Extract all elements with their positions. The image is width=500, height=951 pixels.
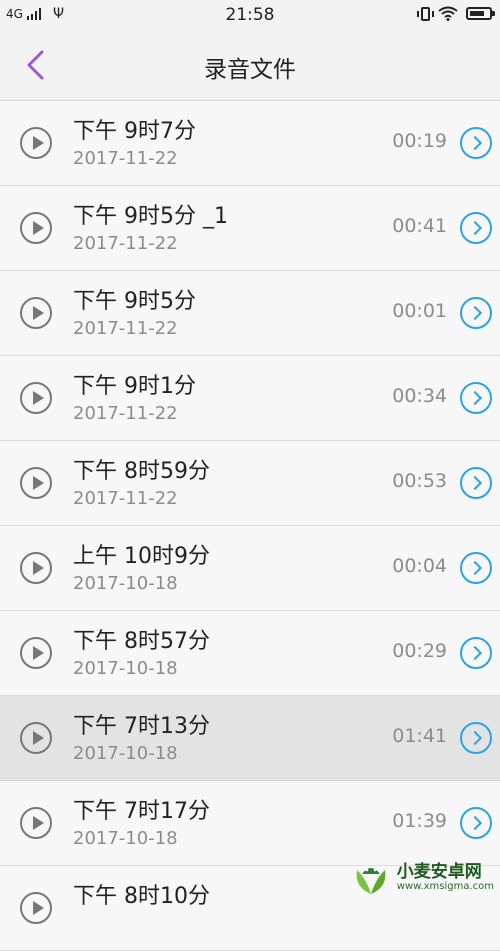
- chevron-right-icon[interactable]: [460, 637, 492, 669]
- page-title: 录音文件: [204, 57, 296, 83]
- battery-icon: [466, 7, 495, 20]
- chevron-right-icon[interactable]: [460, 297, 492, 329]
- recording-row[interactable]: 下午 9时5分 2017-11-22 00:01: [0, 271, 500, 356]
- play-icon[interactable]: [20, 127, 52, 159]
- recording-name: 下午 8时59分: [73, 459, 210, 484]
- recording-name: 下午 9时5分: [73, 289, 196, 314]
- recording-row[interactable]: 上午 10时9分 2017-10-18 00:04: [0, 526, 500, 611]
- recording-name: 下午 9时5分 _1: [73, 204, 228, 229]
- recording-duration: 00:29: [392, 640, 447, 662]
- recording-date: 2017-10-18: [73, 743, 178, 764]
- back-arrow-icon[interactable]: [22, 48, 52, 82]
- chevron-right-icon[interactable]: [460, 722, 492, 754]
- recording-duration: 01:39: [392, 810, 447, 832]
- recording-row[interactable]: 下午 8时59分 2017-11-22 00:53: [0, 441, 500, 526]
- chevron-right-icon[interactable]: [460, 127, 492, 159]
- recording-date: 2017-10-18: [73, 658, 178, 679]
- play-icon[interactable]: [20, 892, 52, 924]
- chevron-right-icon[interactable]: [460, 382, 492, 414]
- recording-duration: 00:53: [392, 470, 447, 492]
- recording-row[interactable]: 下午 9时7分 2017-11-22 00:19: [0, 101, 500, 186]
- recording-duration: 00:34: [392, 385, 447, 407]
- recording-row[interactable]: 下午 9时1分 2017-11-22 00:34: [0, 356, 500, 441]
- status-right: [417, 6, 495, 21]
- recording-name: 上午 10时9分: [73, 544, 210, 569]
- watermark-url: www.xmsigma.com: [396, 881, 494, 892]
- watermark-text: 小麦安卓网: [396, 862, 482, 882]
- recording-name: 下午 7时13分: [73, 714, 210, 739]
- play-icon[interactable]: [20, 212, 52, 244]
- recording-date: 2017-11-22: [73, 148, 178, 169]
- play-icon[interactable]: [20, 297, 52, 329]
- recording-date: 2017-11-22: [73, 403, 178, 424]
- app-header: 录音文件: [0, 30, 500, 101]
- recording-date: 2017-10-18: [73, 828, 178, 849]
- status-bar: 4G Ψ 21:58: [0, 0, 500, 30]
- play-icon[interactable]: [20, 467, 52, 499]
- play-icon[interactable]: [20, 637, 52, 669]
- recording-name: 下午 7时17分: [73, 799, 210, 824]
- recording-name: 下午 9时7分: [73, 119, 196, 144]
- recording-date: 2017-11-22: [73, 318, 178, 339]
- chevron-right-icon[interactable]: [460, 467, 492, 499]
- chevron-right-icon[interactable]: [460, 552, 492, 584]
- chevron-right-icon[interactable]: [460, 212, 492, 244]
- recording-duration: 00:04: [392, 555, 447, 577]
- android-logo-icon: [356, 868, 386, 894]
- recording-row-selected[interactable]: 下午 7时13分 2017-10-18 01:41: [0, 696, 500, 781]
- recording-name: 下午 9时1分: [73, 374, 196, 399]
- play-icon[interactable]: [20, 722, 52, 754]
- recording-date: 2017-11-22: [73, 233, 178, 254]
- recording-row[interactable]: 下午 8时57分 2017-10-18 00:29: [0, 611, 500, 696]
- recording-duration: 00:19: [392, 130, 447, 152]
- watermark: 小麦安卓网 www.xmsigma.com: [351, 860, 494, 896]
- recording-date: 2017-11-22: [73, 488, 178, 509]
- recording-row[interactable]: 下午 7时17分 2017-10-18 01:39: [0, 781, 500, 866]
- wifi-icon: [438, 6, 458, 21]
- recording-name: 下午 8时10分: [73, 884, 210, 909]
- recording-row[interactable]: 下午 9时5分 _1 2017-11-22 00:41: [0, 186, 500, 271]
- recording-date: 2017-10-18: [73, 573, 178, 594]
- recording-duration: 00:01: [392, 300, 447, 322]
- play-icon[interactable]: [20, 807, 52, 839]
- recording-duration: 00:41: [392, 215, 447, 237]
- play-icon[interactable]: [20, 552, 52, 584]
- play-icon[interactable]: [20, 382, 52, 414]
- vibrate-icon: [417, 6, 434, 21]
- chevron-right-icon[interactable]: [460, 807, 492, 839]
- recording-duration: 01:41: [392, 725, 447, 747]
- recording-name: 下午 8时57分: [73, 629, 210, 654]
- recording-list: 下午 9时7分 2017-11-22 00:19 下午 9时5分 _1 2017…: [0, 101, 500, 951]
